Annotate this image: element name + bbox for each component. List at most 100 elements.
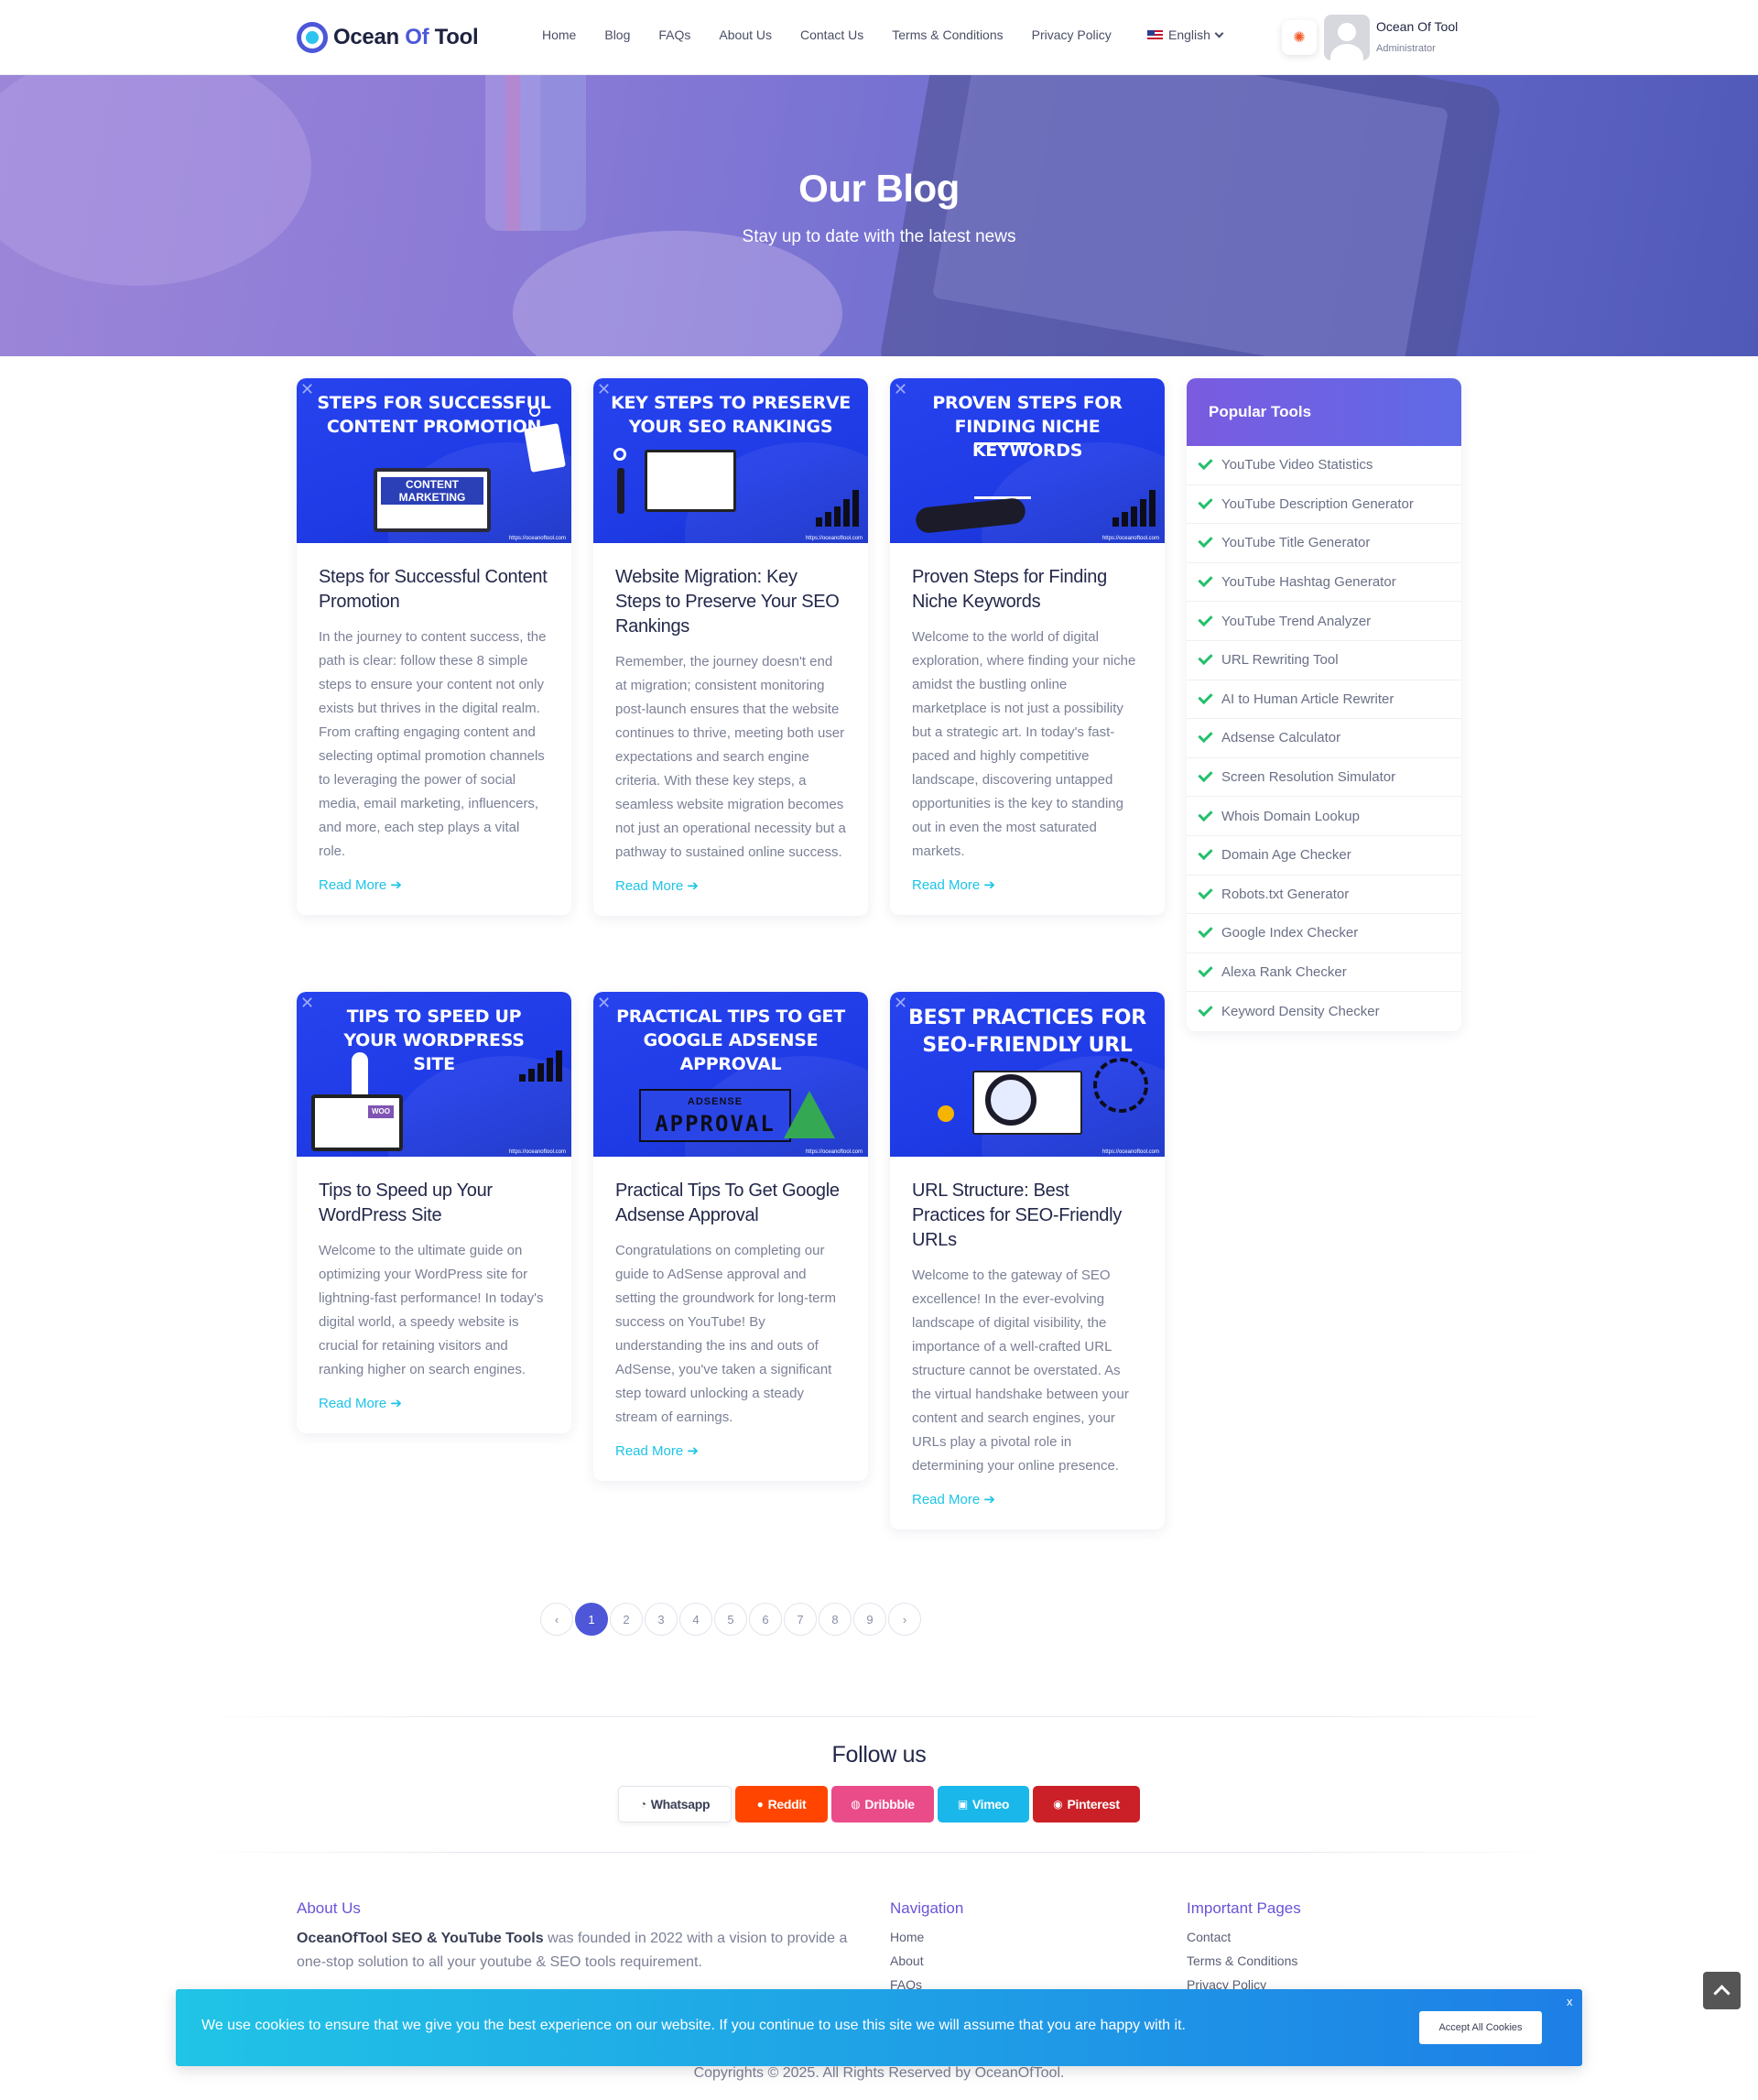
nav-contact[interactable]: Contact Us <box>800 27 863 42</box>
chevron-down-icon <box>1214 28 1224 38</box>
post-title[interactable]: Steps for Successful Content Promotion <box>319 565 549 615</box>
next-page-button[interactable]: › <box>888 1603 921 1636</box>
user-role: Administrator <box>1376 43 1436 54</box>
tool-link[interactable]: Robots.txt Generator <box>1187 876 1461 915</box>
popular-tools-title: Popular Tools <box>1187 378 1461 446</box>
post-thumbnail[interactable]: ✕ Best Practices for SEO-Friendly URL ht… <box>890 992 1165 1157</box>
copyright: Copyrights © 2025. All Rights Reserved b… <box>693 2065 1065 2081</box>
site-logo[interactable]: Ocean Of Tool <box>297 22 479 53</box>
divider <box>192 1716 1566 1717</box>
footer-link-contact[interactable]: Contact <box>1187 1930 1231 1944</box>
dribbble-button[interactable]: ◍ Dribbble <box>831 1786 934 1823</box>
prev-page-button[interactable]: ‹ <box>540 1603 573 1636</box>
arrow-right-icon: ➔ <box>687 878 699 894</box>
follow-us-title: Follow us <box>831 1742 927 1768</box>
page-button[interactable]: 8 <box>819 1603 852 1636</box>
avatar[interactable] <box>1324 15 1370 60</box>
adsense-label: ADSENSE <box>687 1096 743 1107</box>
check-icon <box>1198 533 1213 549</box>
check-icon <box>1198 845 1213 861</box>
tool-link[interactable]: YouTube Trend Analyzer <box>1187 602 1461 641</box>
post-title[interactable]: URL Structure: Best Practices for SEO-Fr… <box>912 1179 1143 1253</box>
page-button[interactable]: 6 <box>749 1603 782 1636</box>
post-thumbnail[interactable]: ✕ Proven Steps for Finding Niche Keyword… <box>890 378 1165 543</box>
post-thumbnail[interactable]: ✕ Tips to Speed up Your WordPress Site W… <box>297 992 571 1157</box>
blog-card: ✕ Best Practices for SEO-Friendly URL ht… <box>890 992 1165 1529</box>
post-thumbnail[interactable]: ✕ Key Steps to Preserve Your SEO Ranking… <box>593 378 868 543</box>
footer-link-terms[interactable]: Terms & Conditions <box>1187 1953 1297 1968</box>
post-title[interactable]: Practical Tips To Get Google Adsense App… <box>615 1179 846 1228</box>
page-button[interactable]: 7 <box>784 1603 817 1636</box>
page-button-active[interactable]: 1 <box>575 1603 608 1636</box>
tool-link[interactable]: AI to Human Article Rewriter <box>1187 680 1461 720</box>
tool-link[interactable]: YouTube Title Generator <box>1187 524 1461 563</box>
page-button[interactable]: 2 <box>610 1603 643 1636</box>
bookshelf-illustration <box>974 442 1031 499</box>
pinterest-button[interactable]: ◉ Pinterest <box>1033 1786 1140 1823</box>
dribbble-icon: ◍ <box>851 1798 861 1811</box>
read-more-link[interactable]: Read More ➔ <box>912 876 995 893</box>
tool-link[interactable]: YouTube Description Generator <box>1187 485 1461 525</box>
whatsapp-icon: ◔ <box>639 1798 646 1811</box>
reddit-button[interactable]: ● Reddit <box>735 1786 828 1823</box>
post-title[interactable]: Proven Steps for Finding Niche Keywords <box>912 565 1143 615</box>
page-button[interactable]: 4 <box>679 1603 712 1636</box>
check-icon <box>1198 1001 1213 1017</box>
tool-link[interactable]: Google Index Checker <box>1187 914 1461 953</box>
check-icon <box>1198 650 1213 666</box>
check-icon <box>1198 962 1213 978</box>
bar-chart-icon <box>519 1050 562 1082</box>
tool-link[interactable]: URL Rewriting Tool <box>1187 641 1461 680</box>
whatsapp-button[interactable]: ◔ Whatsapp <box>618 1786 732 1823</box>
nav-about[interactable]: About Us <box>719 27 772 42</box>
post-title[interactable]: Website Migration: Key Steps to Preserve… <box>615 565 846 639</box>
language-selector[interactable]: English <box>1147 27 1224 42</box>
close-cookie-button[interactable]: x <box>1567 1995 1573 2008</box>
post-thumbnail[interactable]: ✕ Practical Tips to Get Google Adsense A… <box>593 992 868 1157</box>
hero-bg-hand <box>513 231 842 356</box>
tool-link[interactable]: Alexa Rank Checker <box>1187 953 1461 993</box>
tool-link[interactable]: Domain Age Checker <box>1187 836 1461 876</box>
post-thumbnail[interactable]: ✕ Steps for Successful Content Promotion… <box>297 378 571 543</box>
footer-pages-title: Important Pages <box>1187 1899 1301 1917</box>
site-header: Ocean Of Tool Home Blog FAQs About Us Co… <box>0 0 1758 75</box>
page-button[interactable]: 3 <box>645 1603 678 1636</box>
settings-button[interactable]: ✺ <box>1282 20 1317 55</box>
vimeo-button[interactable]: ▣ Vimeo <box>938 1786 1029 1823</box>
approval-label: APPROVAL <box>655 1111 776 1137</box>
logo-text: Ocean Of Tool <box>333 25 479 49</box>
post-title[interactable]: Tips to Speed up Your WordPress Site <box>319 1179 549 1228</box>
nav-privacy[interactable]: Privacy Policy <box>1032 27 1112 42</box>
post-excerpt: Remember, the journey doesn't end at mig… <box>615 654 846 860</box>
circle-icon <box>529 406 540 417</box>
tool-link[interactable]: Whois Domain Lookup <box>1187 797 1461 836</box>
nav-blog[interactable]: Blog <box>604 27 630 42</box>
accept-cookies-button[interactable]: Accept All Cookies <box>1419 2011 1542 2044</box>
thumbnail-watermark: https://oceanoftool.com <box>805 536 863 541</box>
read-more-link[interactable]: Read More ➔ <box>319 876 402 893</box>
tool-link[interactable]: Adsense Calculator <box>1187 719 1461 758</box>
page-button[interactable]: 9 <box>853 1603 886 1636</box>
footer-link-home[interactable]: Home <box>890 1930 924 1944</box>
gear-icon <box>1093 1058 1148 1113</box>
pinterest-icon: ◉ <box>1053 1798 1063 1811</box>
check-icon <box>1198 611 1213 626</box>
laptop-illustration <box>311 1094 403 1151</box>
read-more-link[interactable]: Read More ➔ <box>912 1491 995 1507</box>
read-more-link[interactable]: Read More ➔ <box>615 877 699 894</box>
page-button[interactable]: 5 <box>714 1603 747 1636</box>
nav-home[interactable]: Home <box>542 27 576 42</box>
read-more-link[interactable]: Read More ➔ <box>615 1442 699 1459</box>
person-illustration <box>914 496 1027 535</box>
nav-terms[interactable]: Terms & Conditions <box>892 27 1003 42</box>
tool-link[interactable]: YouTube Video Statistics <box>1187 446 1461 485</box>
tool-link[interactable]: YouTube Hashtag Generator <box>1187 563 1461 603</box>
tool-link[interactable]: Keyword Density Checker <box>1187 992 1461 1031</box>
scroll-to-top-button[interactable] <box>1703 1972 1741 2009</box>
blog-card: ✕ Proven Steps for Finding Niche Keyword… <box>890 378 1165 915</box>
tool-link[interactable]: Screen Resolution Simulator <box>1187 758 1461 798</box>
footer-link-about[interactable]: About <box>890 1953 924 1968</box>
read-more-link[interactable]: Read More ➔ <box>319 1395 402 1411</box>
small-gear-icon <box>938 1105 954 1122</box>
nav-faqs[interactable]: FAQs <box>658 27 690 42</box>
